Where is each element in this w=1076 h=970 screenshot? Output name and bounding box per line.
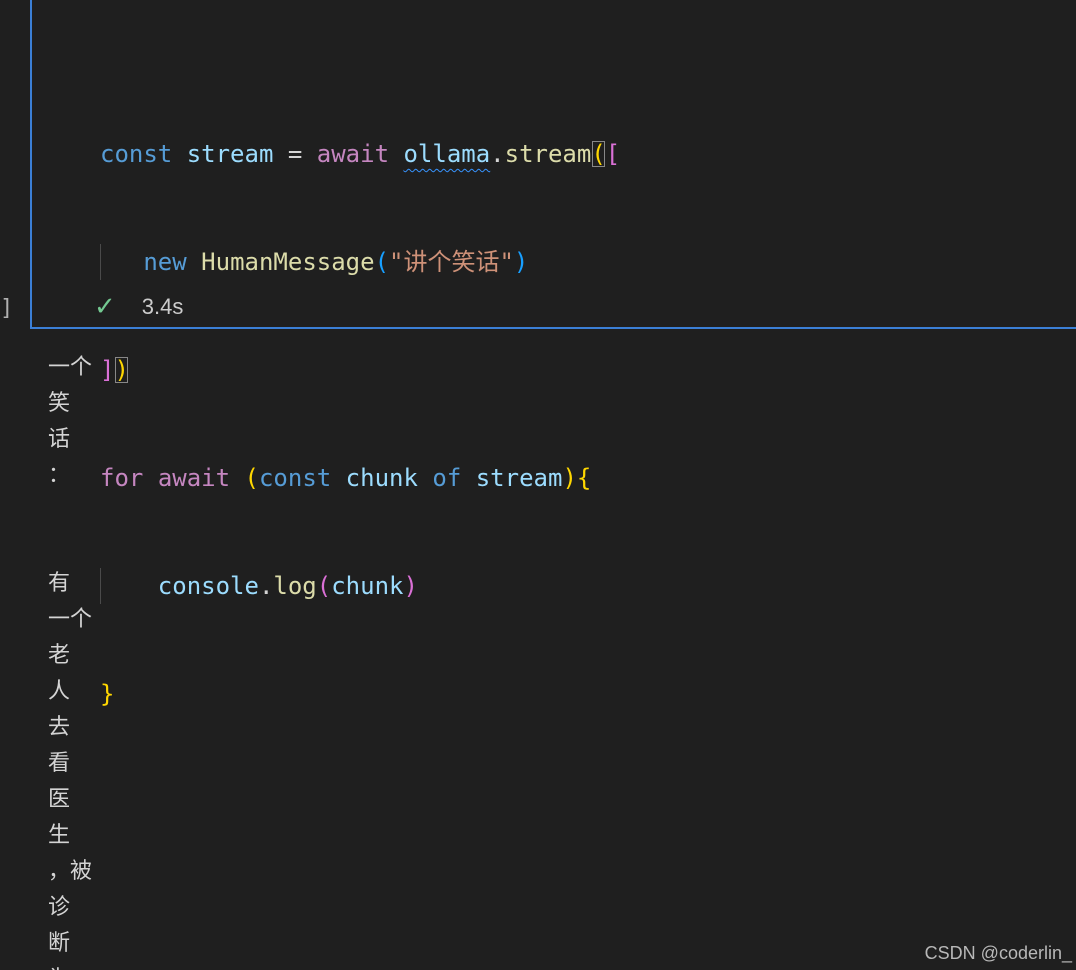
string-literal: "讲个笑话" bbox=[389, 248, 514, 276]
output-line: 话 bbox=[48, 427, 71, 452]
paren-close: ) bbox=[513, 248, 529, 276]
bracket-close: ] bbox=[100, 356, 115, 384]
paren-open: ( bbox=[374, 248, 390, 276]
paren-close: ) bbox=[403, 572, 418, 600]
method-stream: stream bbox=[504, 140, 592, 168]
argument-chunk: chunk bbox=[331, 572, 404, 600]
output-line: ，被 bbox=[48, 859, 93, 884]
output-line: 诊 bbox=[48, 895, 71, 920]
brace-close: } bbox=[100, 680, 115, 708]
indent-guide bbox=[100, 568, 101, 604]
output-line: 一个 bbox=[48, 607, 93, 632]
keyword-of: of bbox=[432, 464, 462, 492]
paren-open: ( bbox=[244, 464, 259, 492]
variable-stream: stream bbox=[475, 464, 563, 492]
code-line-4: for await (const chunk of stream){ bbox=[100, 460, 620, 496]
class-humanmessage: HumanMessage bbox=[201, 248, 375, 276]
paren-close: ) bbox=[562, 464, 577, 492]
notebook-code-cell[interactable]: const stream = await ollama.stream([ new… bbox=[30, 0, 1076, 708]
cell-output: 一个 笑 话 ： 有 一个 老 人 去 看 医 生 ，被 诊 断 为 bbox=[48, 350, 92, 970]
output-line: 人 bbox=[48, 679, 71, 704]
code-line-5: console.log(chunk) bbox=[100, 568, 620, 604]
keyword-const: const bbox=[100, 140, 173, 168]
method-log: log bbox=[273, 572, 317, 600]
brace-open: { bbox=[576, 464, 592, 492]
execution-duration: 3.4s bbox=[141, 294, 184, 319]
output-line: 断 bbox=[48, 931, 71, 956]
checkmark-icon: ✓ bbox=[94, 292, 116, 322]
output-line: 老 bbox=[48, 643, 71, 668]
dot: . bbox=[490, 140, 505, 168]
variable-chunk: chunk bbox=[345, 464, 418, 492]
identifier-ollama-with-warning[interactable]: ollama bbox=[403, 140, 490, 168]
code-line-6: } bbox=[100, 676, 620, 712]
bracket-open: [ bbox=[605, 140, 621, 168]
output-line: 笑 bbox=[48, 391, 71, 416]
paren-close-cursor: ) bbox=[114, 356, 129, 384]
execution-order-bracket: ] bbox=[0, 296, 14, 321]
code-line-3: ]) bbox=[100, 352, 620, 388]
code-editor[interactable]: const stream = await ollama.stream([ new… bbox=[100, 64, 620, 784]
code-line-2: new HumanMessage("讲个笑话") bbox=[100, 244, 620, 280]
keyword-const: const bbox=[258, 464, 332, 492]
paren-open: ( bbox=[316, 572, 332, 600]
cell-execution-status: ✓ 3.4s bbox=[94, 292, 183, 322]
output-line: 医 bbox=[48, 787, 71, 812]
keyword-for: for bbox=[100, 464, 144, 492]
variable-stream: stream bbox=[186, 140, 274, 168]
output-line: 一个 bbox=[48, 355, 93, 380]
operator-equals: = bbox=[287, 140, 303, 168]
output-line: 有 bbox=[48, 571, 71, 596]
object-console: console bbox=[157, 572, 259, 600]
output-line: 为 bbox=[48, 962, 92, 970]
keyword-await: await bbox=[157, 464, 231, 492]
output-line: 生 bbox=[48, 823, 71, 848]
output-line: ： bbox=[48, 463, 71, 488]
code-line-1: const stream = await ollama.stream([ bbox=[100, 136, 620, 172]
output-line: 看 bbox=[48, 751, 71, 776]
indent-guide bbox=[100, 244, 101, 280]
dot: . bbox=[258, 572, 274, 600]
paren-open: ( bbox=[591, 140, 606, 168]
watermark: CSDN @coderlin_ bbox=[924, 943, 1072, 963]
keyword-new: new bbox=[143, 248, 187, 276]
keyword-await: await bbox=[316, 140, 390, 168]
output-line: 去 bbox=[48, 715, 71, 740]
